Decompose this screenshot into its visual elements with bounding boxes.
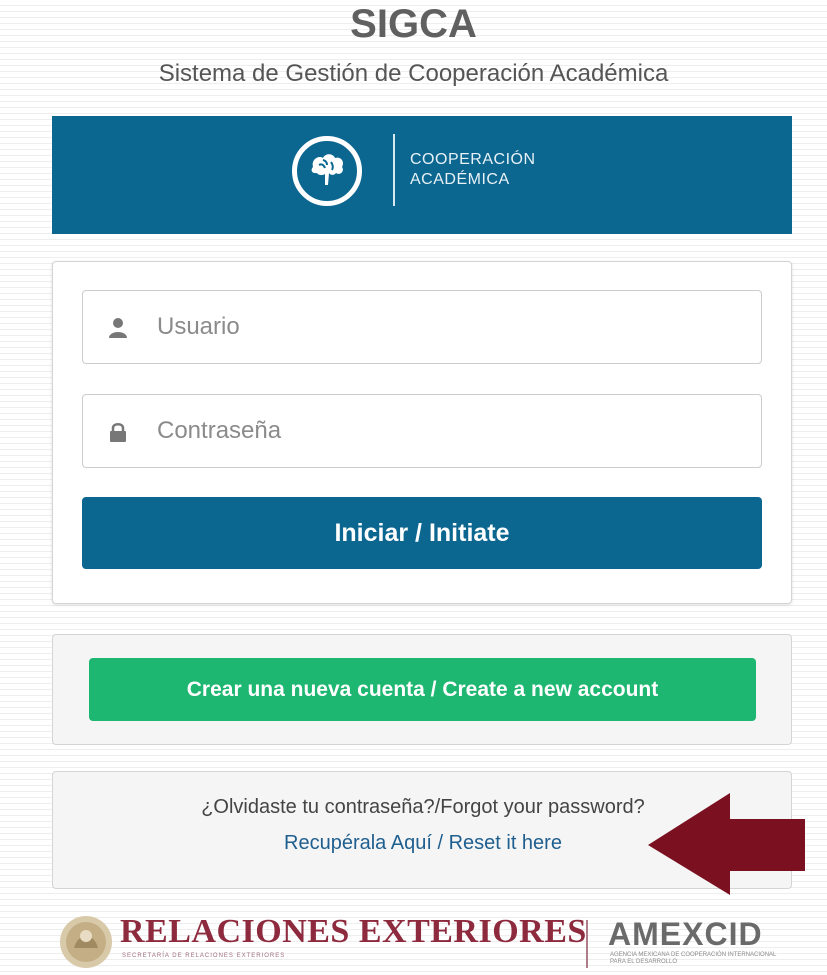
brand-banner: COOPERACIÓN ACADÉMICA [52, 116, 792, 234]
banner-divider [393, 134, 395, 206]
create-account-panel: Crear una nueva cuenta / Create a new ac… [52, 634, 792, 745]
amexcid-subtitle: AGENCIA MEXICANA DE COOPERACIÓN INTERNAC… [610, 952, 777, 965]
username-input[interactable] [157, 305, 737, 349]
amexcid-logo: AMEXCID [608, 916, 763, 952]
username-field[interactable] [82, 290, 762, 364]
password-input[interactable] [157, 409, 737, 453]
brain-tree-icon [292, 136, 362, 206]
relaciones-exteriores-subtitle: SECRETARÍA DE RELACIONES EXTERIORES [122, 953, 286, 959]
app-subtitle: Sistema de Gestión de Cooperación Académ… [158, 60, 669, 87]
login-panel: Iniciar / Initiate [52, 261, 792, 604]
relaciones-exteriores-logo: RELACIONES EXTERIORES [120, 913, 587, 950]
brand-line-2: ACADÉMICA [410, 171, 510, 188]
brand-text: COOPERACIÓN ACADÉMICA [410, 150, 536, 190]
login-button[interactable]: Iniciar / Initiate [82, 497, 762, 569]
footer-divider [586, 920, 588, 968]
left-arrow-icon [648, 793, 808, 900]
password-field[interactable] [82, 394, 762, 468]
mexico-seal-icon [58, 914, 114, 975]
lock-icon [108, 421, 128, 448]
create-account-button[interactable]: Crear una nueva cuenta / Create a new ac… [89, 658, 756, 721]
brand-line-1: COOPERACIÓN [410, 151, 536, 168]
app-title: SIGCA [350, 2, 477, 46]
user-icon [108, 317, 128, 344]
